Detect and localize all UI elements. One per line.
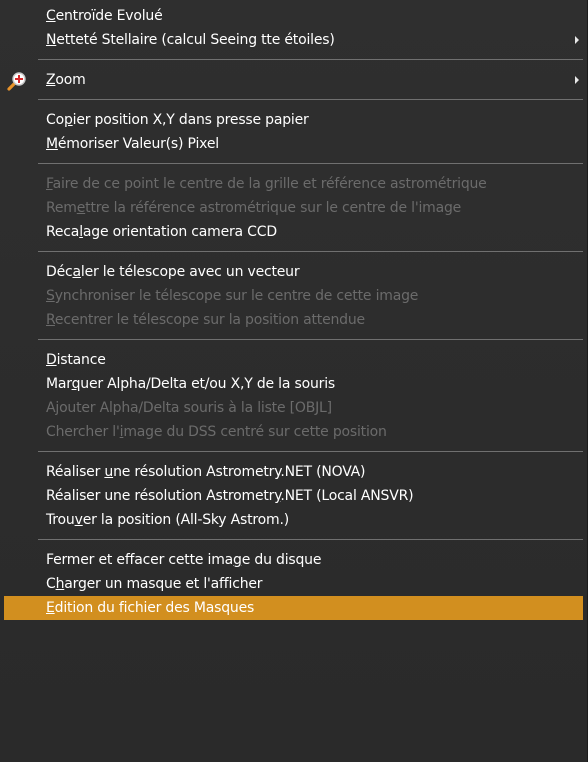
menu-item-zoom[interactable]: Zoom — [0, 68, 587, 92]
menu-item-mnemonic: h — [55, 576, 65, 592]
menu-item-label: e du disque — [241, 552, 322, 568]
menu-item-charger-un-masque-et-l-afficher[interactable]: Charger un masque et l'afficher — [0, 572, 587, 596]
menu-item-mnemonic: E — [46, 600, 55, 616]
menu-item-label: Rem — [46, 200, 77, 216]
menu-item-mnemonic: e — [76, 200, 86, 216]
menu-item-label: mage du DSS centré sur cette position — [123, 424, 387, 440]
menu-item-synchroniser-le-telescope-sur-le-centre-: Synchroniser le télescope sur le centre … — [0, 284, 587, 308]
menu-item-label: entroïde Evolué — [55, 8, 163, 24]
menu-item-decaler-le-telescope-avec-un-vecteur[interactable]: Décaler le télescope avec un vecteur — [0, 260, 587, 284]
menu-item-centroide-evolue[interactable]: Centroïde Evolué — [0, 4, 587, 28]
menu-item-mnemonic: C — [46, 8, 56, 24]
menu-item-label: Co — [46, 112, 64, 128]
menu-item-label: Mar — [46, 376, 72, 392]
menu-item-nettete-stellaire-calcul-seeing-tte-etoi[interactable]: Netteté Stellaire (calcul Seeing tte éto… — [0, 28, 587, 52]
menu-item-label: Réaliser une résolution Astrometr — [46, 488, 275, 504]
menu-item-mnemonic: F — [46, 176, 53, 192]
menu-item-recalage-orientation-camera-ccd[interactable]: Recalage orientation camera CCD — [0, 220, 587, 244]
menu-item-label: aire de ce point le centre de la grille … — [52, 176, 487, 192]
menu-item-label: .NET (Local ANSVR) — [280, 488, 414, 504]
menu-item-trouver-la-position-all-sky-astrom[interactable]: Trouver la position (All-Sky Astrom.) — [0, 508, 587, 532]
menu-item-label: arger un masque et l'afficher — [64, 576, 263, 592]
menu-item-label: Chercher l' — [46, 424, 120, 440]
zoom-magnifier-icon — [7, 72, 26, 91]
menu-separator — [38, 99, 583, 100]
menu-item-realiser-une-resolution-astrometry-net-n[interactable]: Réaliser une résolution Astrometry.NET (… — [0, 460, 587, 484]
menu-item-copier-position-x-y-dans-presse-papier[interactable]: Copier position X,Y dans presse papier — [0, 108, 587, 132]
menu-item-faire-de-ce-point-le-centre-de-la-grille: Faire de ce point le centre de la grille… — [0, 172, 587, 196]
menu-item-ajouter-alpha-delta-souris-a-la-liste-ob: Ajouter Alpha/Delta souris à la liste [O… — [0, 396, 587, 420]
submenu-arrow-icon — [575, 76, 579, 84]
menu-item-label: dition du fichier des Masques — [54, 600, 255, 616]
menu-item-label: ne résolution Astrometry.NET (NOVA) — [113, 464, 366, 480]
menu-item-label: ynchroniser le télescope sur le centre d… — [54, 288, 419, 304]
menu-item-marquer-alpha-delta-et-ou-x-y-de-la-sour[interactable]: Marquer Alpha/Delta et/ou X,Y de la sour… — [0, 372, 587, 396]
menu-item-mnemonic: a — [72, 264, 82, 280]
menu-item-edition-du-fichier-des-masques[interactable]: Edition du fichier des Masques — [4, 596, 583, 620]
menu-item-label: Reca — [46, 224, 80, 240]
menu-item-distance[interactable]: Distance — [0, 348, 587, 372]
menu-item-mnemonic: u — [104, 464, 114, 480]
menu-item-label: age orientation camera CCD — [82, 224, 277, 240]
menu-separator — [38, 251, 583, 252]
menu-item-mnemonic: R — [46, 312, 55, 328]
menu-item-label: ier position X,Y dans presse papier — [72, 112, 309, 128]
menu-item-mnemonic: g — [233, 552, 242, 568]
menu-item-mnemonic: Z — [46, 72, 56, 88]
menu-item-label: Ajouter Alpha/Delta souris à la liste [O… — [46, 400, 332, 416]
menu-item-label: émoriser Valeur(s) Pixel — [57, 136, 219, 152]
menu-item-label: etteté Stellaire (calcul Seeing tte étoi… — [56, 32, 335, 48]
menu-item-mnemonic: S — [46, 288, 55, 304]
menu-item-memoriser-valeur-s-pixel[interactable]: Mémoriser Valeur(s) Pixel — [0, 132, 587, 156]
menu-item-label: ecentrer le télescope sur la position at… — [54, 312, 365, 328]
menu-separator — [38, 539, 583, 540]
menu-separator — [38, 339, 583, 340]
menu-item-mnemonic: p — [63, 112, 73, 128]
menu-item-label: Fermer et effacer cette ima — [46, 552, 234, 568]
menu-item-mnemonic: M — [46, 136, 58, 152]
menu-item-chercher-l-image-du-dss-centre-sur-cette: Chercher l'image du DSS centré sur cette… — [0, 420, 587, 444]
menu-item-label: uer Alpha/Delta et/ou X,Y de la souris — [80, 376, 335, 392]
menu-item-mnemonic: N — [46, 32, 57, 48]
submenu-arrow-icon — [575, 36, 579, 44]
menu-item-label: ttre la référence astrométrique sur le c… — [85, 200, 462, 216]
menu-item-fermer-et-effacer-cette-image-du-disque[interactable]: Fermer et effacer cette image du disque — [0, 548, 587, 572]
menu-item-remettre-la-reference-astrometrique-sur-: Remettre la référence astrométrique sur … — [0, 196, 587, 220]
menu-item-mnemonic: q — [71, 376, 81, 392]
menu-separator — [38, 163, 583, 164]
menu-item-label: oom — [55, 72, 86, 88]
menu-item-label: Réaliser — [46, 464, 105, 480]
menu-item-label: C — [46, 576, 56, 592]
menu-separator — [38, 59, 583, 60]
menu-item-mnemonic: v — [74, 512, 83, 528]
menu-item-realiser-une-resolution-astrometry-net-l[interactable]: Réaliser une résolution Astrometry.NET (… — [0, 484, 587, 508]
context-menu: Centroïde Evolué Netteté Stellaire (calcu… — [0, 0, 588, 762]
menu-item-mnemonic: D — [46, 352, 57, 368]
menu-item-label: ler le télescope avec un vecteur — [80, 264, 300, 280]
menu-separator — [38, 451, 583, 452]
menu-item-label: istance — [56, 352, 106, 368]
menu-item-recentrer-le-telescope-sur-la-position-a: Recentrer le télescope sur la position a… — [0, 308, 587, 332]
menu-item-label: Déc — [46, 264, 73, 280]
menu-item-label: Trou — [46, 512, 75, 528]
menu-item-label: er la position (All-Sky Astrom.) — [82, 512, 289, 528]
